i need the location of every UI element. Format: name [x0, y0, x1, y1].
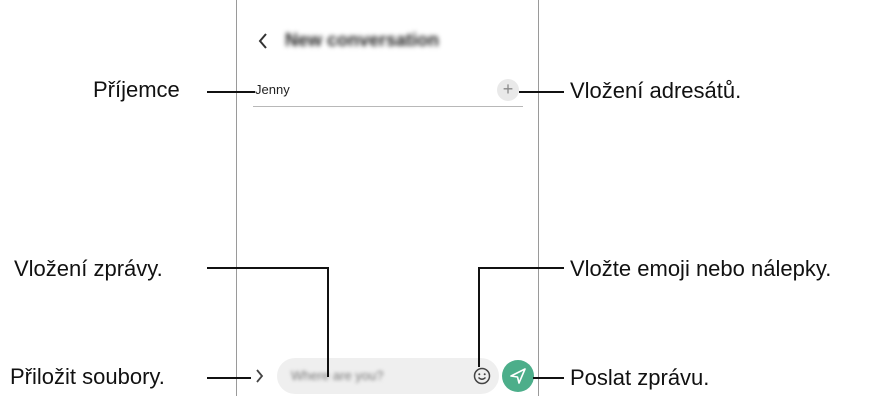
- emoji-icon[interactable]: [473, 367, 491, 385]
- leader-add-recipients: [519, 91, 564, 93]
- leader-attach: [207, 377, 251, 379]
- leader-message-v: [327, 267, 329, 377]
- callout-emoji: Vložte emoji nebo nálepky.: [570, 256, 832, 281]
- leader-send: [533, 377, 564, 379]
- phone-screen: New conversation Jenny + Where are you?: [236, 0, 539, 396]
- back-icon[interactable]: [257, 32, 271, 50]
- send-button[interactable]: [502, 360, 534, 392]
- leader-recipient: [207, 91, 255, 93]
- leader-emoji-h: [478, 267, 564, 269]
- callout-recipient: Příjemce: [93, 77, 180, 102]
- attach-icon[interactable]: [253, 368, 265, 384]
- add-recipient-button[interactable]: +: [497, 79, 519, 101]
- message-input[interactable]: Where are you?: [277, 358, 499, 394]
- callout-send: Poslat zprávu.: [570, 365, 710, 390]
- recipient-name: Jenny: [255, 82, 290, 97]
- callout-attach: Přiložit soubory.: [10, 364, 165, 389]
- leader-message-h: [207, 267, 329, 269]
- leader-emoji-v: [478, 267, 480, 367]
- page-title: New conversation: [285, 30, 440, 50]
- recipient-field[interactable]: Jenny +: [253, 76, 523, 107]
- callout-add-recipients: Vložení adresátů.: [570, 78, 742, 103]
- callout-message-field: Vložení zprávy.: [14, 256, 163, 281]
- message-placeholder: Where are you?: [291, 368, 384, 383]
